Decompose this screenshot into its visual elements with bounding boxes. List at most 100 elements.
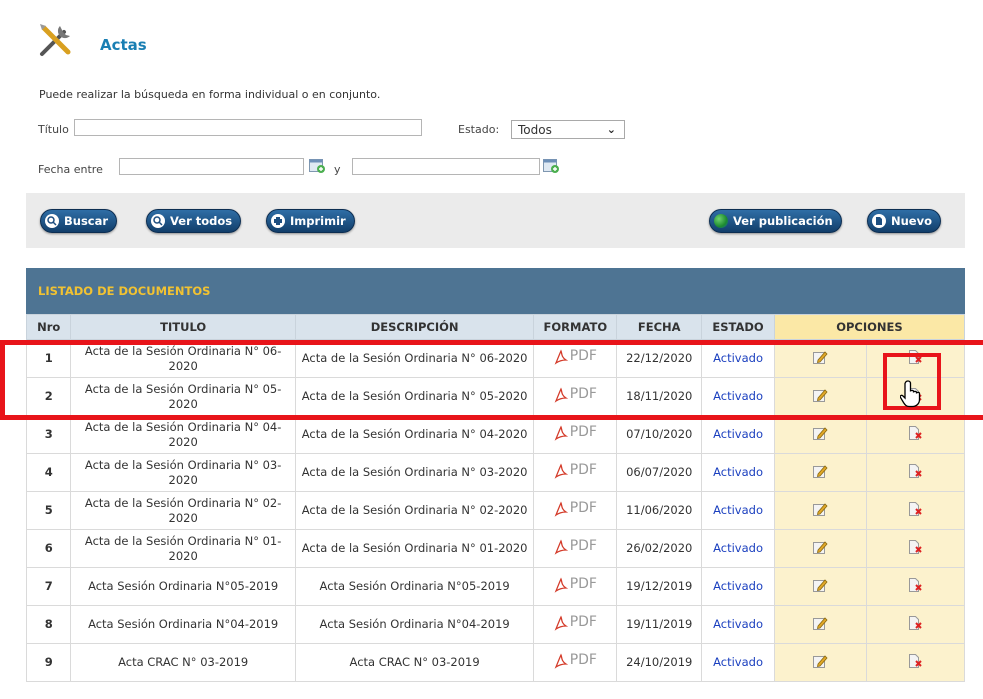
row-format: PDF: [533, 453, 618, 492]
row-date: 18/11/2020: [616, 377, 703, 416]
row-description: Acta de la Sesión Ordinaria N° 01-2020: [294, 529, 535, 568]
ver-todos-button[interactable]: Ver todos: [146, 209, 242, 233]
row-edit-cell: [773, 605, 867, 644]
table-title: LISTADO DE DOCUMENTOS: [26, 268, 965, 314]
delete-icon[interactable]: [907, 539, 923, 555]
delete-icon[interactable]: [907, 425, 923, 441]
row-edit-cell: [773, 377, 867, 416]
row-date: 24/10/2019: [616, 643, 703, 682]
row-date: 19/12/2019: [616, 567, 703, 606]
row-number: 6: [25, 529, 72, 568]
edit-icon[interactable]: [812, 501, 828, 517]
edit-icon[interactable]: [812, 425, 828, 441]
pdf-icon: [554, 577, 569, 593]
table-row: 4 Acta de la Sesión Ordinaria N° 03-2020 A…: [25, 453, 966, 492]
pdf-label: PDF: [569, 614, 597, 630]
page-title: Actas: [100, 36, 147, 54]
calendar-icon[interactable]: [543, 159, 560, 173]
edit-icon[interactable]: [812, 349, 828, 365]
estado-select-value: Todos: [518, 122, 552, 137]
row-number: 9: [25, 643, 72, 682]
delete-icon[interactable]: [907, 615, 923, 631]
row-title: Acta de la Sesión Ordinaria N° 06-2020: [70, 339, 296, 378]
pdf-link[interactable]: PDF: [554, 539, 597, 555]
pdf-link[interactable]: PDF: [554, 349, 597, 365]
row-edit-cell: [773, 643, 867, 682]
pdf-link[interactable]: PDF: [554, 463, 597, 479]
row-date: 06/07/2020: [616, 453, 703, 492]
titulo-input[interactable]: [74, 119, 422, 136]
row-date: 11/06/2020: [616, 491, 703, 530]
row-edit-cell: [773, 529, 867, 568]
buscar-button[interactable]: Buscar: [40, 209, 118, 233]
hand-cursor-icon: [899, 379, 926, 409]
row-format: PDF: [533, 377, 618, 416]
nuevo-button[interactable]: Nuevo: [867, 209, 942, 233]
pdf-link[interactable]: PDF: [554, 501, 597, 517]
row-edit-cell: [773, 415, 867, 454]
row-description: Acta Sesión Ordinaria N°04-2019: [294, 605, 535, 644]
print-icon: [271, 214, 285, 228]
pdf-link[interactable]: PDF: [554, 577, 597, 593]
row-title: Acta Sesión Ordinaria N°05-2019: [70, 567, 296, 606]
pdf-icon: [554, 387, 569, 403]
fecha-desde-input[interactable]: [119, 158, 304, 175]
row-number: 2: [25, 377, 72, 416]
row-number: 8: [25, 605, 72, 644]
documents-table: LISTADO DE DOCUMENTOS Nro TITULO DESCRIP…: [25, 268, 966, 682]
table-row: 7 Acta Sesión Ordinaria N°05-2019 Acta Ses…: [25, 567, 966, 606]
pdf-link[interactable]: PDF: [554, 425, 597, 441]
titulo-label: Título: [38, 123, 69, 136]
pdf-icon: [554, 425, 569, 441]
row-title: Acta de la Sesión Ordinaria N° 02-2020: [70, 491, 296, 530]
edit-icon[interactable]: [812, 577, 828, 593]
row-status[interactable]: Activado: [701, 453, 775, 492]
pdf-label: PDF: [569, 348, 597, 364]
pdf-icon: [554, 463, 569, 479]
edit-icon[interactable]: [812, 463, 828, 479]
chevron-down-icon: ⌄: [606, 123, 616, 136]
edit-icon[interactable]: [812, 387, 828, 403]
row-number: 3: [25, 415, 72, 454]
row-format: PDF: [533, 339, 618, 378]
pdf-link[interactable]: PDF: [554, 615, 597, 631]
edit-icon[interactable]: [812, 615, 828, 631]
ver-publicacion-button[interactable]: Ver publicación: [709, 209, 842, 233]
row-status[interactable]: Activado: [701, 377, 775, 416]
delete-icon[interactable]: [907, 577, 923, 593]
row-status[interactable]: Activado: [701, 529, 775, 568]
row-date: 07/10/2020: [616, 415, 703, 454]
delete-icon[interactable]: [907, 463, 923, 479]
row-description: Acta de la Sesión Ordinaria N° 06-2020: [294, 339, 535, 378]
row-title: Acta de la Sesión Ordinaria N° 01-2020: [70, 529, 296, 568]
pdf-icon: [554, 349, 569, 365]
pdf-link[interactable]: PDF: [554, 653, 597, 669]
edit-icon[interactable]: [812, 539, 828, 555]
delete-icon[interactable]: [907, 501, 923, 517]
row-description: Acta de la Sesión Ordinaria N° 03-2020: [294, 453, 535, 492]
delete-icon[interactable]: [907, 349, 923, 365]
imprimir-button[interactable]: Imprimir: [266, 209, 355, 233]
row-status[interactable]: Activado: [701, 491, 775, 530]
row-delete-cell: [865, 415, 966, 454]
edit-icon[interactable]: [812, 653, 828, 669]
row-status[interactable]: Activado: [701, 605, 775, 644]
row-number: 5: [25, 491, 72, 530]
row-status[interactable]: Activado: [701, 415, 775, 454]
row-description: Acta CRAC N° 03-2019: [294, 643, 535, 682]
column-header: Nro: [25, 314, 72, 340]
row-status[interactable]: Activado: [701, 339, 775, 378]
table-header-row: Nro TITULO DESCRIPCIÓN FORMATO FECHA EST…: [25, 314, 966, 340]
delete-icon[interactable]: [907, 653, 923, 669]
row-status[interactable]: Activado: [701, 643, 775, 682]
pdf-link[interactable]: PDF: [554, 387, 597, 403]
calendar-icon[interactable]: [309, 159, 326, 173]
estado-select[interactable]: Todos ⌄: [511, 120, 625, 139]
table-row: 2 Acta de la Sesión Ordinaria N° 05-2020 A…: [25, 377, 966, 416]
column-header: DESCRIPCIÓN: [294, 314, 535, 340]
row-status[interactable]: Activado: [701, 567, 775, 606]
row-description: Acta Sesión Ordinaria N°05-2019: [294, 567, 535, 606]
fecha-hasta-input[interactable]: [352, 158, 540, 175]
row-format: PDF: [533, 415, 618, 454]
row-date: 19/11/2019: [616, 605, 703, 644]
